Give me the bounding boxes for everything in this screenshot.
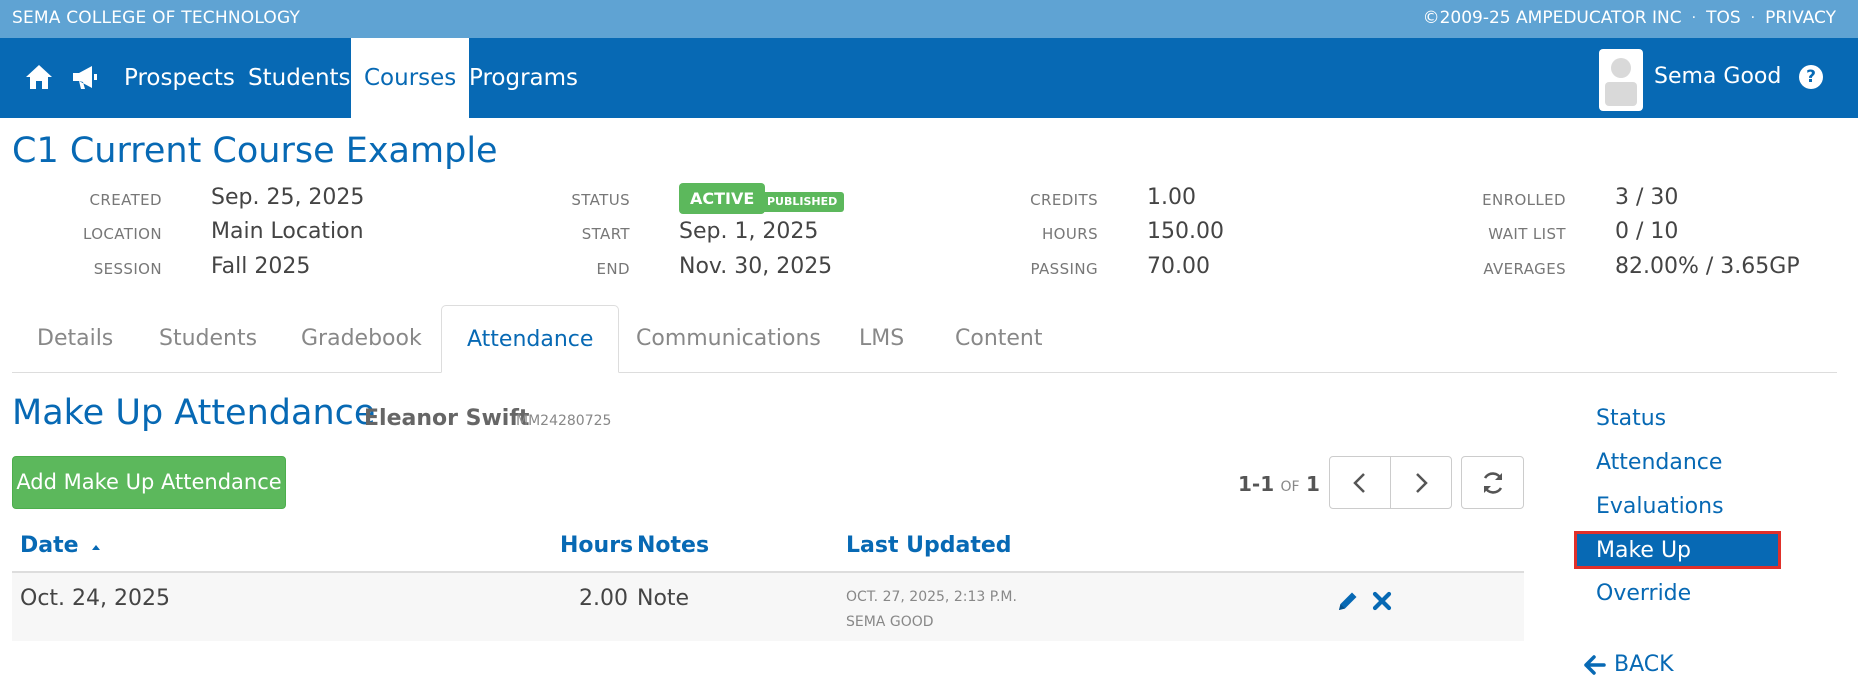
status-badge: ACTIVE: [679, 183, 766, 214]
tab-details[interactable]: Details: [12, 305, 138, 373]
hours-label: HOURS: [1041, 225, 1098, 243]
location-value: Main Location: [211, 219, 364, 244]
column-header-hours[interactable]: Hours: [560, 533, 633, 558]
pencil-icon[interactable]: [1336, 589, 1360, 613]
tab-lms[interactable]: LMS: [834, 305, 929, 373]
tos-link[interactable]: TOS: [1706, 8, 1741, 28]
delete-icon[interactable]: [1370, 589, 1394, 613]
row-date: Oct. 24, 2025: [20, 586, 170, 611]
separator: ·: [1691, 10, 1697, 26]
nav-prospects[interactable]: Prospects: [111, 38, 248, 118]
next-page-button[interactable]: [1390, 456, 1452, 509]
row-hours: 2.00: [579, 586, 628, 611]
end-label: END: [596, 260, 630, 278]
passing-value: 70.00: [1147, 254, 1210, 279]
side-item-status[interactable]: Status: [1596, 406, 1666, 431]
topbar-links: ©2009-25 AMPEDUCATOR INC · TOS · PRIVACY: [1423, 8, 1836, 28]
end-value: Nov. 30, 2025: [679, 254, 833, 279]
arrow-left-icon: [1584, 654, 1606, 675]
main-nav: Prospects Students Courses Programs Sema…: [0, 38, 1858, 118]
column-header-last-updated[interactable]: Last Updated: [846, 533, 1012, 558]
privacy-link[interactable]: PRIVACY: [1765, 8, 1836, 28]
chevron-left-icon: [1353, 473, 1365, 493]
side-item-attendance[interactable]: Attendance: [1596, 450, 1722, 475]
help-icon[interactable]: ?: [1799, 65, 1823, 89]
side-item-override[interactable]: Override: [1596, 581, 1691, 606]
page-total: 1: [1305, 472, 1320, 496]
row-notes: Note: [637, 586, 690, 611]
status-label: STATUS: [571, 191, 630, 209]
created-label: CREATED: [89, 191, 162, 209]
column-header-date[interactable]: Date: [20, 533, 102, 558]
copyright-text: ©2009-25 AMPEDUCATOR INC: [1422, 8, 1682, 28]
start-label: START: [581, 225, 630, 243]
enrolled-label: ENROLLED: [1482, 191, 1566, 209]
avatar[interactable]: [1599, 49, 1643, 111]
add-make-up-attendance-button[interactable]: Add Make Up Attendance: [12, 456, 286, 509]
top-bar: SEMA COLLEGE OF TECHNOLOGY ©2009-25 AMPE…: [0, 0, 1858, 38]
location-label: LOCATION: [82, 225, 162, 243]
back-link[interactable]: BACK: [1584, 652, 1674, 677]
session-value: Fall 2025: [211, 254, 311, 279]
page-range: 1-1: [1238, 472, 1275, 496]
side-item-make-up[interactable]: Make Up: [1574, 531, 1781, 569]
averages-label: AVERAGES: [1483, 260, 1566, 278]
refresh-icon: [1483, 472, 1502, 494]
start-value: Sep. 1, 2025: [679, 219, 819, 244]
tab-students[interactable]: Students: [134, 305, 282, 373]
row-updated-at: OCT. 27, 2025, 2:13 P.M.: [846, 589, 1017, 605]
side-item-evaluations[interactable]: Evaluations: [1596, 494, 1724, 519]
column-header-date-label: Date: [20, 533, 79, 558]
section-title: Make Up Attendance: [12, 393, 376, 433]
table-row: [12, 573, 1524, 641]
session-label: SESSION: [93, 260, 162, 278]
refresh-button[interactable]: [1461, 456, 1524, 509]
home-icon[interactable]: [24, 62, 54, 92]
tab-attendance[interactable]: Attendance: [441, 305, 620, 373]
credits-label: CREDITS: [1030, 191, 1098, 209]
back-label: BACK: [1614, 652, 1674, 677]
megaphone-icon[interactable]: [70, 62, 100, 92]
side-item-make-up-label: Make Up: [1596, 538, 1692, 563]
nav-courses[interactable]: Courses: [351, 38, 470, 118]
student-id: MM24280725: [516, 413, 612, 429]
waitlist-label: WAIT LIST: [1488, 225, 1566, 243]
course-title: C1 Current Course Example: [12, 131, 498, 171]
nav-programs[interactable]: Programs: [456, 38, 591, 118]
pagination-info: 1-1 OF 1: [1238, 472, 1320, 496]
hours-value: 150.00: [1147, 219, 1224, 244]
row-updated-by: SEMA GOOD: [846, 614, 934, 630]
waitlist-value: 0 / 10: [1615, 219, 1679, 244]
separator: ·: [1750, 10, 1756, 26]
credits-value: 1.00: [1147, 185, 1196, 210]
page-of: OF: [1280, 479, 1300, 495]
nav-students[interactable]: Students: [235, 38, 364, 118]
passing-label: PASSING: [1030, 260, 1098, 278]
tab-communications[interactable]: Communications: [611, 305, 846, 373]
published-badge: PUBLISHED: [760, 192, 845, 212]
school-name: SEMA COLLEGE OF TECHNOLOGY: [12, 8, 301, 28]
column-header-notes[interactable]: Notes: [637, 533, 709, 558]
enrolled-value: 3 / 30: [1615, 185, 1679, 210]
created-value: Sep. 25, 2025: [211, 185, 365, 210]
averages-value: 82.00% / 3.65GP: [1615, 254, 1800, 279]
tab-gradebook[interactable]: Gradebook: [276, 305, 447, 373]
user-name[interactable]: Sema Good: [1654, 64, 1781, 89]
student-name: Eleanor Swift: [364, 406, 530, 431]
chevron-right-icon: [1416, 473, 1428, 493]
previous-page-button[interactable]: [1329, 456, 1391, 509]
tab-content[interactable]: Content: [930, 305, 1068, 373]
sort-ascending-icon: [92, 545, 101, 550]
